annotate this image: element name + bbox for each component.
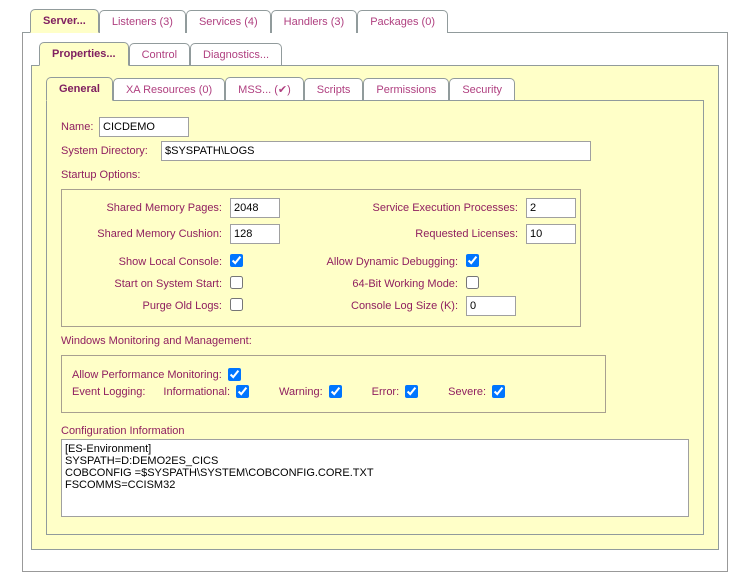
label-allow-dyn-dbg: Allow Dynamic Debugging: <box>268 256 458 268</box>
tab-security[interactable]: Security <box>449 78 515 101</box>
grid-startup-last: Purge Old Logs: Console Log Size (K): <box>72 296 570 316</box>
check-purge-old-logs[interactable] <box>230 298 243 311</box>
fieldset-startup: Shared Memory Pages: Service Execution P… <box>61 189 581 327</box>
tab-permissions[interactable]: Permissions <box>363 78 449 101</box>
label-severe: Severe: <box>448 386 486 398</box>
label-svc-exec-proc: Service Execution Processes: <box>308 202 518 214</box>
check-informational[interactable] <box>236 385 249 398</box>
label-error: Error: <box>372 386 400 398</box>
label-64bit: 64-Bit Working Mode: <box>268 278 458 290</box>
label-config-info: Configuration Information <box>61 425 689 437</box>
grid-startup-checks: Show Local Console: Allow Dynamic Debugg… <box>72 254 570 292</box>
tab-xa-resources[interactable]: XA Resources (0) <box>113 78 225 101</box>
label-show-local-console: Show Local Console: <box>72 256 222 268</box>
tab-general[interactable]: General <box>46 77 113 101</box>
tab-scripts[interactable]: Scripts <box>304 78 364 101</box>
label-requested-licenses: Requested Licenses: <box>308 228 518 240</box>
tab-handlers[interactable]: Handlers (3) <box>271 10 358 33</box>
label-warning: Warning: <box>279 386 323 398</box>
row-sysdir: System Directory: <box>61 141 689 161</box>
label-start-on-sys: Start on System Start: <box>72 278 222 290</box>
fieldset-monitoring: Allow Performance Monitoring: Event Logg… <box>61 355 606 413</box>
row-event-logging: Event Logging: Informational: Warning: E… <box>72 385 595 398</box>
top-tabstrip: Server... Listeners (3) Services (4) Han… <box>22 0 750 32</box>
input-shared-mem-cushion[interactable] <box>230 224 280 244</box>
tab-properties[interactable]: Properties... <box>39 42 129 66</box>
tab-packages[interactable]: Packages (0) <box>357 10 448 33</box>
label-shared-mem-pages: Shared Memory Pages: <box>72 202 222 214</box>
label-startup-options: Startup Options: <box>61 169 689 181</box>
tab-server[interactable]: Server... <box>30 9 99 33</box>
label-console-log-size: Console Log Size (K): <box>268 300 458 312</box>
input-requested-licenses[interactable] <box>526 224 576 244</box>
textarea-config-info[interactable] <box>61 439 689 517</box>
tab-services[interactable]: Services (4) <box>186 10 271 33</box>
grid-startup-top: Shared Memory Pages: Service Execution P… <box>72 198 570 244</box>
input-name[interactable] <box>99 117 189 137</box>
label-sysdir: System Directory: <box>61 145 161 157</box>
label-shared-mem-cushion: Shared Memory Cushion: <box>72 228 222 240</box>
label-name: Name: <box>61 121 99 133</box>
label-informational: Informational: <box>163 386 230 398</box>
input-sysdir[interactable] <box>161 141 591 161</box>
label-allow-perf-mon: Allow Performance Monitoring: <box>72 369 222 381</box>
check-show-local-console[interactable] <box>230 254 243 267</box>
input-shared-mem-pages[interactable] <box>230 198 280 218</box>
check-warning[interactable] <box>329 385 342 398</box>
label-win-mon-mgmt: Windows Monitoring and Management: <box>61 335 689 347</box>
row-name: Name: <box>61 117 689 137</box>
tab-listeners[interactable]: Listeners (3) <box>99 10 186 33</box>
check-error[interactable] <box>405 385 418 398</box>
prop-tabstrip: General XA Resources (0) MSS... (✔) Scri… <box>46 76 704 100</box>
check-64bit[interactable] <box>466 276 479 289</box>
sub-tabstrip: Properties... Control Diagnostics... <box>31 33 727 65</box>
input-console-log-size[interactable] <box>466 296 516 316</box>
input-svc-exec-proc[interactable] <box>526 198 576 218</box>
label-event-logging: Event Logging: <box>72 386 145 398</box>
check-allow-perf-mon[interactable] <box>228 368 241 381</box>
check-allow-dyn-dbg[interactable] <box>466 254 479 267</box>
check-start-on-sys[interactable] <box>230 276 243 289</box>
row-allow-perf-mon: Allow Performance Monitoring: <box>72 368 595 381</box>
check-severe[interactable] <box>492 385 505 398</box>
tab-control[interactable]: Control <box>129 43 190 66</box>
tab-diagnostics[interactable]: Diagnostics... <box>190 43 282 66</box>
tab-mss[interactable]: MSS... (✔) <box>225 77 304 101</box>
label-purge-old-logs: Purge Old Logs: <box>72 300 222 312</box>
